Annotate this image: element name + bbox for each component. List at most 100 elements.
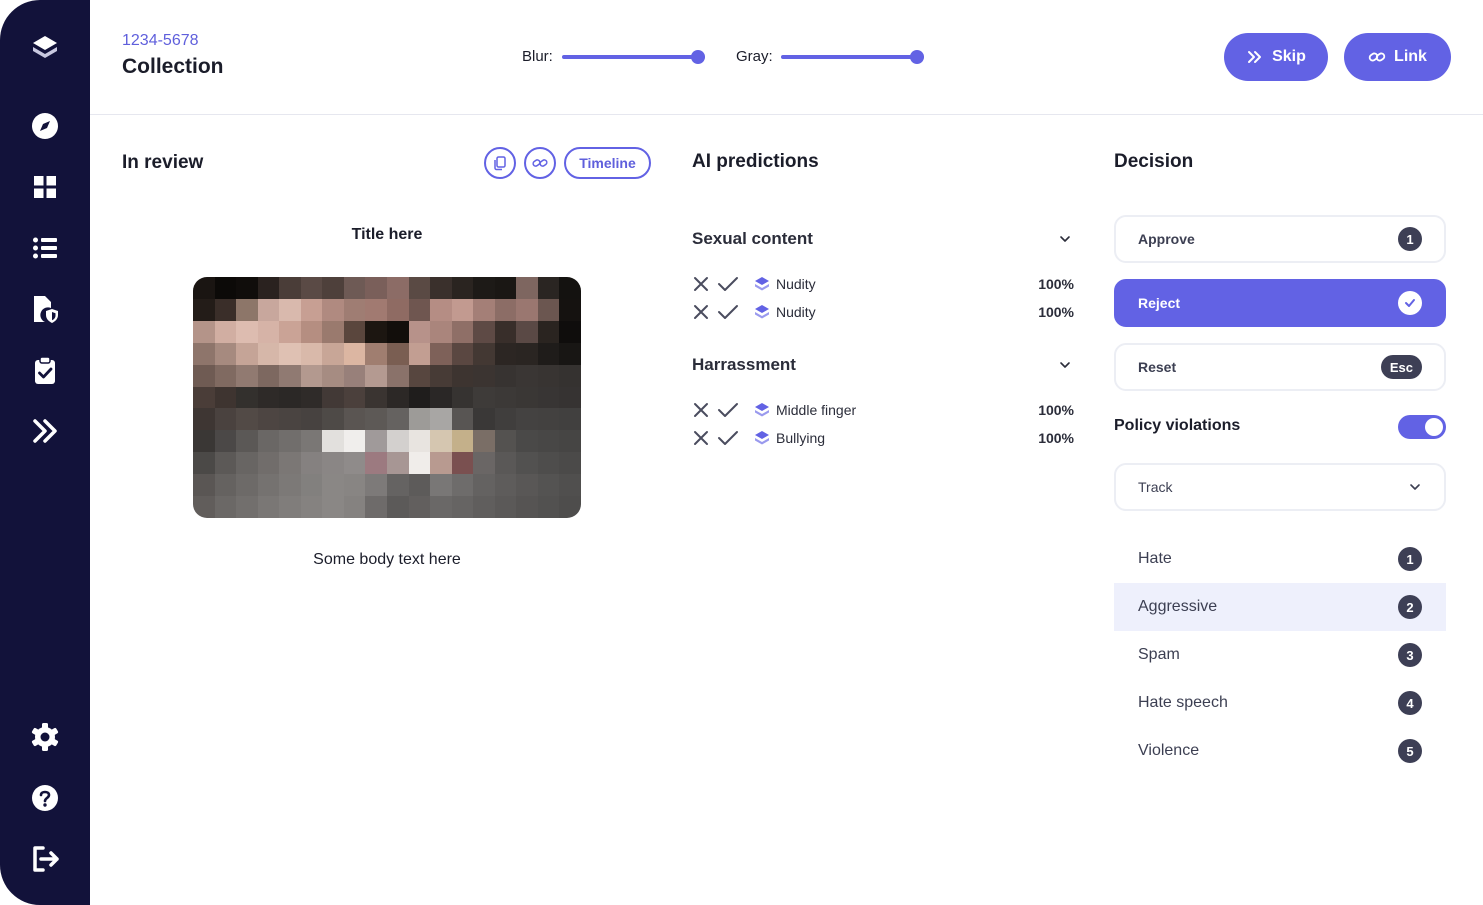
media-pixel bbox=[193, 386, 215, 409]
media-pixel bbox=[257, 452, 280, 475]
link-button[interactable]: Link bbox=[1344, 33, 1451, 81]
reject-prediction-icon[interactable] bbox=[692, 401, 710, 419]
accept-prediction-icon[interactable] bbox=[717, 401, 739, 419]
list-icon[interactable] bbox=[30, 233, 60, 263]
media-pixel bbox=[236, 408, 258, 431]
violation-label: Violence bbox=[1138, 742, 1200, 759]
media-pixel bbox=[214, 320, 237, 343]
blur-slider[interactable] bbox=[562, 50, 705, 64]
violation-category-select[interactable]: Track bbox=[1114, 463, 1446, 511]
document-shield-icon[interactable] bbox=[30, 294, 60, 324]
reject-prediction-icon[interactable] bbox=[692, 275, 710, 293]
media-pixel bbox=[214, 430, 237, 453]
media-pixel bbox=[537, 496, 560, 518]
media-pixel bbox=[516, 342, 538, 365]
media-pixel bbox=[408, 364, 431, 387]
prediction-row: Nudity 100% bbox=[692, 298, 1074, 326]
prediction-group-header[interactable]: Harrassment bbox=[692, 354, 1074, 376]
ai-model-icon bbox=[755, 305, 769, 319]
media-pixel bbox=[214, 386, 237, 409]
copy-link-button[interactable] bbox=[524, 147, 556, 179]
media-pixel bbox=[236, 298, 258, 321]
top-header: 1234-5678 Collection Blur: Gray: Skip Li… bbox=[90, 0, 1483, 115]
media-pixel bbox=[193, 496, 215, 518]
reject-prediction-icon[interactable] bbox=[692, 429, 710, 447]
violation-item-spam[interactable]: Spam 3 bbox=[1114, 631, 1446, 679]
media-pixel bbox=[537, 364, 560, 387]
media-pixel bbox=[494, 342, 517, 365]
prediction-label: Nudity bbox=[776, 276, 816, 292]
skip-button[interactable]: Skip bbox=[1224, 33, 1328, 81]
media-pixel bbox=[279, 277, 301, 299]
media-pixel bbox=[451, 320, 474, 343]
logo-icon[interactable] bbox=[30, 32, 60, 62]
media-pixel bbox=[365, 408, 387, 431]
media-pixel bbox=[257, 277, 280, 299]
reject-prediction-icon[interactable] bbox=[692, 303, 710, 321]
media-pixel bbox=[559, 430, 581, 453]
copy-button[interactable] bbox=[484, 147, 516, 179]
blur-slider-thumb[interactable] bbox=[691, 50, 705, 64]
gear-icon[interactable] bbox=[30, 722, 60, 752]
clipboard-check-icon[interactable] bbox=[30, 355, 60, 385]
gray-slider[interactable] bbox=[781, 50, 924, 64]
media-pixel bbox=[537, 474, 560, 497]
media-pixel bbox=[257, 430, 280, 453]
ai-model-icon bbox=[755, 277, 769, 291]
media-pixel bbox=[300, 408, 323, 431]
violation-item-aggressive[interactable]: Aggressive 2 bbox=[1114, 583, 1446, 631]
policy-violations-label: Policy violations bbox=[1114, 417, 1241, 434]
media-pixel bbox=[559, 474, 581, 497]
media-pixel bbox=[300, 496, 323, 518]
policy-violations-toggle[interactable] bbox=[1398, 415, 1446, 439]
media-pixel bbox=[279, 386, 301, 409]
media-pixel bbox=[451, 430, 474, 453]
media-pixel bbox=[236, 277, 258, 299]
media-pixel bbox=[214, 364, 237, 387]
approve-button[interactable]: Approve 1 bbox=[1114, 215, 1446, 263]
prediction-group-header[interactable]: Sexual content bbox=[692, 228, 1074, 250]
media-pixel bbox=[494, 364, 517, 387]
accept-prediction-icon[interactable] bbox=[717, 303, 739, 321]
violation-item-hate-speech[interactable]: Hate speech 4 bbox=[1114, 679, 1446, 727]
accept-prediction-icon[interactable] bbox=[717, 429, 739, 447]
accept-prediction-icon[interactable] bbox=[717, 275, 739, 293]
help-icon[interactable] bbox=[30, 783, 60, 813]
media-pixel bbox=[322, 364, 344, 387]
compass-icon[interactable] bbox=[30, 111, 60, 141]
media-pixel bbox=[279, 452, 301, 475]
media-pixel bbox=[451, 452, 474, 475]
media-pixel bbox=[494, 277, 517, 299]
media-pixel bbox=[559, 408, 581, 431]
grid-icon[interactable] bbox=[30, 172, 60, 202]
media-pixel bbox=[343, 474, 366, 497]
media-pixel bbox=[537, 408, 560, 431]
toggle-knob bbox=[1425, 418, 1443, 436]
media-pixel bbox=[193, 298, 215, 321]
media-pixel bbox=[365, 277, 387, 299]
approve-label: Approve bbox=[1138, 231, 1195, 247]
media-pixel bbox=[451, 342, 474, 365]
media-pixel bbox=[537, 430, 560, 453]
media-pixel bbox=[193, 364, 215, 387]
media-pixel bbox=[214, 298, 237, 321]
media-pixel bbox=[322, 277, 344, 299]
chevron-down-icon[interactable] bbox=[1058, 358, 1072, 372]
prediction-label: Bullying bbox=[776, 430, 826, 446]
media-pixel bbox=[300, 298, 323, 321]
prediction-score: 100% bbox=[1038, 430, 1074, 446]
media-pixel bbox=[343, 452, 366, 475]
reset-button[interactable]: Reset Esc bbox=[1114, 343, 1446, 391]
reject-button[interactable]: Reject bbox=[1114, 279, 1446, 327]
double-chevron-right-icon[interactable] bbox=[30, 416, 60, 446]
media-pixel bbox=[365, 474, 387, 497]
gray-slider-thumb[interactable] bbox=[910, 50, 924, 64]
violation-item-hate[interactable]: Hate 1 bbox=[1114, 535, 1446, 583]
media-pixel bbox=[343, 320, 366, 343]
media-pixel bbox=[386, 386, 409, 409]
timeline-button[interactable]: Timeline bbox=[564, 147, 651, 179]
logout-icon[interactable] bbox=[30, 844, 60, 874]
shortcut-badge: 3 bbox=[1398, 643, 1422, 667]
violation-item-violence[interactable]: Violence 5 bbox=[1114, 727, 1446, 775]
chevron-down-icon[interactable] bbox=[1058, 232, 1072, 246]
